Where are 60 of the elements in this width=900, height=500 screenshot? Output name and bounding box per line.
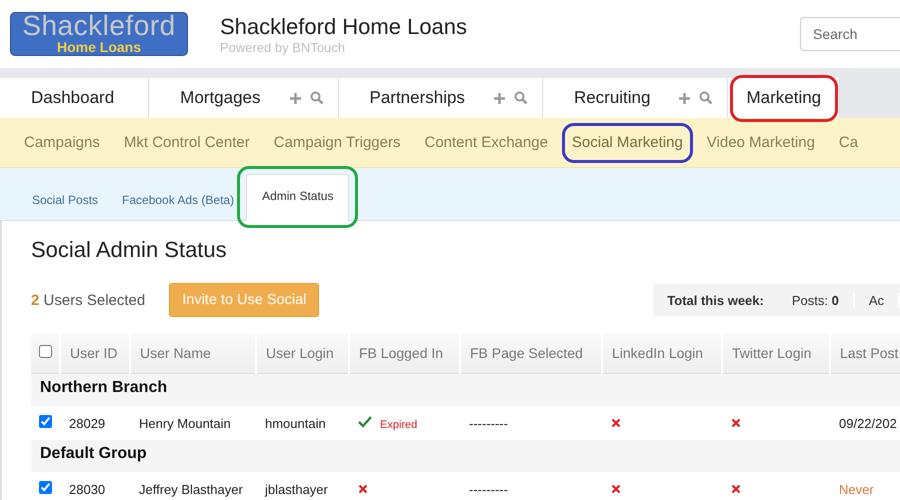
group-header: Northern Branch (31, 374, 900, 402)
subnav-link[interactable]: Video Marketing (694, 126, 827, 159)
row-checkbox[interactable] (39, 481, 52, 494)
check-icon (358, 416, 372, 428)
table-cell: hmountain (256, 406, 349, 440)
powered-by-text: Powered by BNTouch (220, 40, 346, 54)
cross-icon (611, 418, 621, 428)
table-cell: 28029 (60, 406, 130, 440)
column-header[interactable]: User Name (130, 333, 256, 374)
plus-icon[interactable] (288, 92, 302, 104)
table-cell: --------- (460, 406, 602, 440)
nav-tab[interactable]: Partnerships (338, 78, 543, 118)
nav-tab[interactable]: Recruiting (542, 78, 728, 118)
search-field[interactable]: Search (800, 17, 900, 51)
subnav-link[interactable]: Social Marketing (560, 126, 695, 159)
section-tab[interactable]: Social Posts (20, 193, 110, 220)
company-name: Shackleford Home Loans (220, 14, 468, 40)
select-all-checkbox[interactable] (39, 345, 52, 358)
search-icon[interactable] (514, 91, 528, 105)
column-header[interactable]: FB Logged In (349, 333, 460, 374)
column-header[interactable]: LinkedIn Login (602, 333, 722, 374)
table-cell: Never (830, 472, 900, 500)
stats-item: Ac (854, 292, 900, 308)
subnav-link[interactable]: Content Exchange (412, 126, 560, 159)
subnav-link[interactable]: Campaigns (12, 126, 112, 159)
table-cell: Henry Mountain (130, 406, 256, 440)
selection-count: 2 Users Selected (31, 292, 146, 308)
row-checkbox[interactable] (39, 415, 52, 428)
nav-tab[interactable]: Marketing (728, 78, 840, 118)
search-icon[interactable] (310, 91, 324, 105)
column-header[interactable]: Twitter Login (722, 333, 830, 374)
status-note: Expired (380, 418, 418, 430)
plus-icon[interactable] (678, 92, 692, 104)
nav-tab[interactable]: Dashboard (0, 78, 150, 118)
table-cell: --------- (460, 472, 602, 500)
cross-icon (358, 484, 368, 494)
column-header[interactable]: Last Post (830, 333, 900, 374)
subnav-link[interactable]: Ca (826, 126, 870, 159)
table-cell: Jeffrey Blasthayer (130, 472, 256, 500)
cross-icon (731, 418, 741, 428)
company-logo[interactable]: Shackleford Home Loans (10, 12, 188, 56)
page-title: Social Admin Status (31, 237, 228, 263)
subnav-link[interactable]: Campaign Triggers (262, 126, 412, 159)
section-tab[interactable]: Facebook Ads (Beta) (110, 193, 246, 220)
group-header: Default Group (31, 440, 900, 468)
subnav-link[interactable]: Mkt Control Center (112, 126, 262, 159)
nav-tab[interactable]: Mortgages (149, 78, 338, 118)
table-cell: 09/22/202 (830, 406, 900, 440)
stats-label: Total this week: (666, 292, 765, 308)
column-header[interactable]: FB Page Selected (460, 333, 602, 374)
cross-icon (731, 484, 741, 494)
table-cell: 28030 (60, 472, 130, 500)
cross-icon (611, 484, 621, 494)
stats-item: Posts: 0 (778, 292, 855, 308)
plus-icon[interactable] (492, 92, 506, 104)
section-tab[interactable]: Admin Status (246, 174, 350, 221)
column-header[interactable]: User ID (60, 333, 130, 374)
search-icon[interactable] (699, 91, 714, 105)
column-header[interactable]: User Login (256, 333, 349, 374)
table-cell: jblasthayer (256, 472, 349, 500)
